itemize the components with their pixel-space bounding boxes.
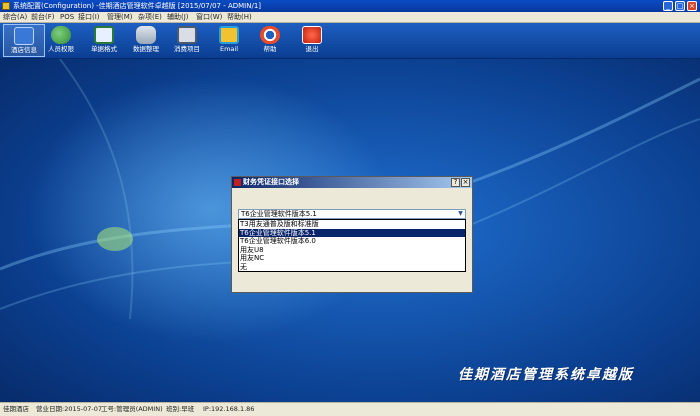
status-ip: IP:192.168.1.86	[203, 405, 255, 413]
status-operator: 工号:管理员(ADMIN)	[101, 405, 163, 413]
window-title: 系统配置(Configuration) -佳期酒店管理软件卓越版 [2015/0…	[13, 2, 262, 10]
menu-window[interactable]: 窗口(W)	[196, 12, 222, 22]
menu-manage[interactable]: 管理(M)	[107, 12, 133, 22]
menu-misc[interactable]: 杂项(E)	[138, 12, 162, 22]
menu-auxiliary[interactable]: 辅助(J)	[167, 12, 189, 22]
hotel-info-label: 酒店信息	[11, 46, 37, 54]
chevron-down-icon[interactable]: ▼	[456, 210, 465, 218]
finance-interface-dialog: 财务凭证接口选择 ? × T6企业管理软件版本5.1 ▼ T3用友通普及版和标准…	[231, 176, 473, 293]
dialog-title: 财务凭证接口选择	[243, 178, 299, 186]
users-icon	[51, 26, 71, 44]
dropdown-option-highlighted[interactable]: T6企业管理软件版本5.1	[239, 228, 465, 237]
consumption-items-button[interactable]: 消费项目	[166, 24, 208, 57]
email-icon	[219, 26, 239, 44]
exit-label: 退出	[305, 45, 319, 53]
dialog-help-button[interactable]: ?	[451, 178, 460, 187]
status-bar: 佳期酒店 营业日期:2015-07-07 工号:管理员(ADMIN) 班别:早班…	[0, 402, 700, 416]
interface-dropdown-list: T3用友通普及版和标准版 T6企业管理软件版本5.1 T6企业管理软件版本6.0…	[238, 219, 466, 272]
hotel-info-button[interactable]: 酒店信息	[3, 24, 45, 57]
select-value: T6企业管理软件版本5.1	[241, 210, 317, 218]
items-icon	[177, 26, 197, 44]
dropdown-option[interactable]: 用友U8	[239, 246, 465, 255]
data-cleanup-label: 数据整理	[133, 45, 159, 53]
dialog-title-bar: 财务凭证接口选择 ? ×	[232, 177, 472, 188]
form-format-label: 单据格式	[91, 45, 117, 53]
exit-button[interactable]: 退出	[291, 24, 333, 57]
dropdown-option[interactable]: T6企业管理软件版本6.0	[239, 237, 465, 246]
toolbar: 酒店信息 人员权限 单据格式 数据整理 消费项目 Email 帮助 退出	[0, 23, 700, 59]
help-label: 帮助	[263, 45, 277, 53]
user-permissions-label: 人员权限	[48, 45, 74, 53]
email-button[interactable]: Email	[208, 24, 250, 57]
menu-bar: 综合(A) 前台(F) POS 接口(I) 管理(M) 杂项(E) 辅助(J) …	[0, 12, 700, 23]
database-icon	[136, 26, 156, 44]
dropdown-option[interactable]: T3用友通普及版和标准版	[239, 220, 465, 229]
dialog-icon	[234, 179, 241, 186]
status-shift: 班别:早班	[166, 405, 195, 413]
menu-help[interactable]: 帮助(H)	[227, 12, 252, 22]
help-button[interactable]: 帮助	[249, 24, 291, 57]
menu-general[interactable]: 综合(A)	[3, 12, 27, 22]
maximize-button[interactable]: □	[675, 1, 685, 11]
leaf-icon	[97, 227, 133, 251]
lifebuoy-icon	[260, 26, 280, 44]
hotel-info-icon	[14, 27, 34, 45]
close-window-button[interactable]: ×	[687, 1, 697, 11]
title-bar: 系统配置(Configuration) -佳期酒店管理软件卓越版 [2015/0…	[0, 0, 700, 12]
form-format-icon	[94, 26, 114, 44]
dropdown-option[interactable]: 用友NC	[239, 254, 465, 263]
user-permissions-button[interactable]: 人员权限	[40, 24, 82, 57]
dialog-close-button[interactable]: ×	[461, 178, 470, 187]
brand-text: 佳期酒店管理系统卓越版	[458, 367, 634, 383]
status-hotel: 佳期酒店	[3, 405, 29, 413]
menu-front-desk[interactable]: 前台(F)	[31, 12, 55, 22]
menu-interface[interactable]: 接口(I)	[78, 12, 100, 22]
minimize-button[interactable]: _	[663, 1, 673, 11]
app-icon	[2, 2, 10, 10]
menu-pos[interactable]: POS	[60, 12, 74, 22]
consumption-items-label: 消费项目	[174, 45, 200, 53]
status-business-date: 营业日期:2015-07-07	[36, 405, 102, 413]
dropdown-option[interactable]: 无	[239, 263, 465, 272]
form-format-button[interactable]: 单据格式	[83, 24, 125, 57]
email-label: Email	[219, 45, 239, 53]
data-cleanup-button[interactable]: 数据整理	[125, 24, 167, 57]
power-icon	[302, 26, 322, 44]
interface-select[interactable]: T6企业管理软件版本5.1 ▼	[238, 209, 466, 219]
